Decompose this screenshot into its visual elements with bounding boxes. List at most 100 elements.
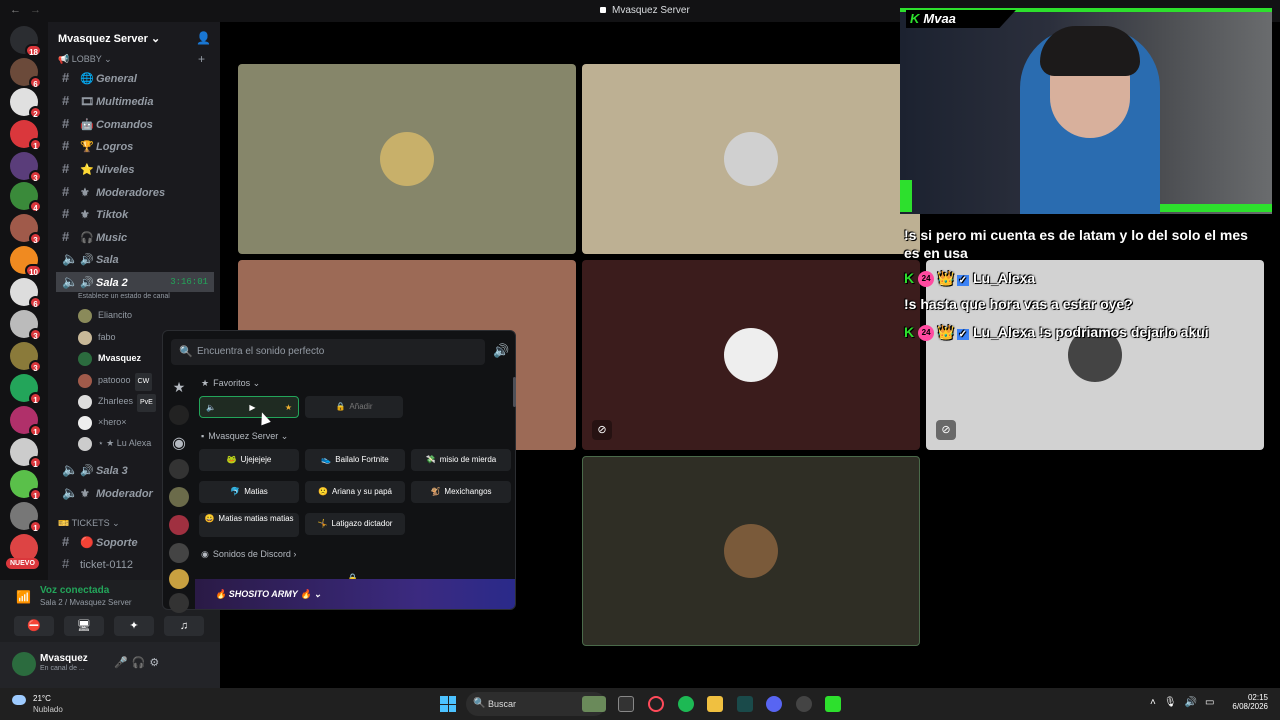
shosito-army-banner[interactable]: 🔥 SHOSITO ARMY 🔥 ⌄ bbox=[195, 579, 515, 609]
server-icon[interactable] bbox=[169, 515, 189, 535]
server-icon[interactable]: 1 bbox=[10, 470, 42, 501]
clock[interactable]: 02:15 6/08/2026 bbox=[1218, 693, 1268, 711]
sound-button[interactable]: 🐬 Matias bbox=[199, 481, 299, 503]
server-icon[interactable]: 2 bbox=[10, 88, 42, 119]
voice-connected-subtitle[interactable]: Sala 2 / Mvasquez Server bbox=[40, 598, 132, 607]
server-icon[interactable]: 4 bbox=[10, 182, 42, 213]
voice-user[interactable]: ×hero× bbox=[78, 413, 127, 431]
widgets-icon[interactable] bbox=[582, 696, 606, 712]
sound-button[interactable]: 🙁 Ariana y su papá bbox=[305, 481, 405, 503]
server-icon[interactable]: 1 bbox=[10, 120, 42, 151]
category-tickets[interactable]: 🎫 TICKETS ⌄ bbox=[58, 518, 120, 529]
volume-icon[interactable]: 🔊 bbox=[493, 343, 509, 359]
voice-user[interactable]: patoooo CW bbox=[78, 371, 153, 391]
green-frame bbox=[900, 180, 912, 212]
server-icon[interactable]: 3 bbox=[10, 342, 42, 373]
sound-button[interactable]: 🐸 Ujejejeje bbox=[199, 449, 299, 471]
windows-start-icon[interactable] bbox=[440, 696, 456, 712]
channel-sala[interactable]: 🔈 🔊 Sala bbox=[56, 249, 214, 269]
star-icon[interactable]: ★ bbox=[169, 379, 189, 399]
speaker-icon: 🔈 bbox=[206, 403, 216, 412]
voice-user[interactable]: fabo bbox=[78, 328, 116, 346]
server-icon[interactable] bbox=[169, 569, 189, 589]
sound-button[interactable]: 🐒 Mexichangos bbox=[411, 481, 511, 503]
weather-widget[interactable] bbox=[12, 694, 30, 705]
sound-button[interactable]: 😀 Matias matias matias bbox=[199, 513, 299, 537]
channel-status-prompt[interactable]: Establece un estado de canal bbox=[78, 293, 170, 300]
voice-user[interactable]: ⋆ ★ Lu Alexa bbox=[78, 434, 151, 452]
forward-arrow-icon[interactable]: → bbox=[30, 4, 41, 16]
participant-tile[interactable] bbox=[582, 456, 920, 646]
server-icon: ▪ bbox=[201, 431, 205, 441]
channel-logros[interactable]: # 🏆 Logros bbox=[56, 136, 214, 156]
voice-user[interactable]: Eliancito bbox=[78, 306, 132, 324]
soundboard-button[interactable]: ♫ bbox=[164, 616, 204, 636]
gear-icon[interactable]: ⚙ bbox=[149, 657, 163, 669]
file-explorer-icon[interactable] bbox=[707, 696, 723, 712]
participant-tile[interactable]: ⊘ bbox=[582, 260, 920, 450]
channel-niveles[interactable]: # ⭐ Niveles bbox=[56, 159, 214, 179]
participant-tile[interactable] bbox=[238, 64, 576, 254]
channel-comandos[interactable]: # 🤖 Comandos bbox=[56, 114, 214, 134]
server-icon[interactable]: 3 bbox=[10, 310, 42, 341]
voice-user[interactable]: Zharlees PvE bbox=[78, 392, 156, 412]
favorites-section[interactable]: ★ Favoritos ⌄ bbox=[201, 378, 260, 389]
server-icon[interactable] bbox=[169, 487, 189, 507]
server-icon[interactable] bbox=[169, 543, 189, 563]
favorite-sound-button[interactable]: 🔈 ▶ ★ bbox=[199, 396, 299, 418]
participant-tile[interactable] bbox=[582, 64, 920, 254]
server-icon[interactable]: 1 bbox=[10, 438, 42, 469]
volume-icon[interactable]: 🔊 bbox=[1185, 697, 1205, 708]
app-icon[interactable] bbox=[825, 696, 841, 712]
microphone-icon[interactable]: 🎙 bbox=[1164, 697, 1185, 708]
chevron-up-icon[interactable]: ˄ bbox=[1150, 697, 1164, 708]
server-icon[interactable]: 6 bbox=[10, 58, 42, 89]
server-icon[interactable]: 1 bbox=[10, 374, 42, 405]
discord-icon[interactable]: ◉ bbox=[169, 433, 189, 453]
scrollbar[interactable] bbox=[513, 377, 516, 407]
headphones-icon[interactable]: 🎧 bbox=[132, 657, 150, 669]
server-icon[interactable] bbox=[169, 405, 189, 425]
server-icon[interactable]: 6 bbox=[10, 278, 42, 309]
add-member-icon[interactable]: 👤 bbox=[196, 31, 211, 45]
discord-icon[interactable] bbox=[766, 696, 782, 712]
microphone-icon[interactable]: 🎤 bbox=[114, 657, 132, 669]
add-channel-icon[interactable]: + bbox=[198, 52, 205, 66]
app-icon[interactable] bbox=[737, 696, 753, 712]
locked-sound-button[interactable]: 🔒 Añadir bbox=[305, 396, 403, 418]
channel-music[interactable]: # 🎧 Music bbox=[56, 227, 214, 247]
sound-button[interactable]: 💸 misio de mierda bbox=[411, 449, 511, 471]
channel-moderadores[interactable]: # ⚜ Moderadores bbox=[56, 182, 214, 202]
category-lobby[interactable]: 📢 LOBBY ⌄ bbox=[58, 54, 112, 65]
server-icon[interactable]: 3 bbox=[10, 152, 42, 183]
server-sounds-section[interactable]: ▪ Mvasquez Server ⌄ bbox=[201, 431, 288, 442]
channel-general[interactable]: # 🌐 General bbox=[56, 68, 214, 88]
server-icon[interactable] bbox=[169, 593, 189, 613]
avatar[interactable] bbox=[12, 652, 36, 676]
server-icon[interactable]: 1 bbox=[10, 406, 42, 437]
screen-share-button[interactable]: 🖥 bbox=[64, 616, 104, 636]
server-icon[interactable]: 10 bbox=[10, 246, 42, 277]
grin-icon: 😀 bbox=[204, 514, 215, 523]
discord-sounds-section[interactable]: ◉ Sonidos de Discord › bbox=[201, 549, 296, 560]
sound-button[interactable]: 🤸 Latigazo dictador bbox=[305, 513, 405, 535]
opera-icon[interactable] bbox=[648, 696, 664, 712]
activities-button[interactable]: ✦ bbox=[114, 616, 154, 636]
discord-home-icon[interactable]: 18 bbox=[10, 26, 42, 57]
channel-multimedia[interactable]: # 🎞 Multimedia bbox=[56, 91, 214, 111]
server-icon[interactable] bbox=[169, 459, 189, 479]
participant-tile[interactable]: ⊘ bbox=[926, 260, 1264, 450]
sound-button[interactable]: 👟 Bailalo Fortnite bbox=[305, 449, 405, 471]
task-view-icon[interactable] bbox=[618, 696, 634, 712]
obs-icon[interactable] bbox=[796, 696, 812, 712]
channel-tiktok[interactable]: # ⚜ Tiktok bbox=[56, 204, 214, 224]
server-icon[interactable]: 3 bbox=[10, 214, 42, 245]
voice-user[interactable]: Mvasquez bbox=[78, 349, 141, 367]
server-name-header[interactable]: Mvasquez Server ⌄ bbox=[58, 32, 160, 45]
spotify-icon[interactable] bbox=[678, 696, 694, 712]
sound-search-input[interactable]: 🔍 Encuentra el sonido perfecto bbox=[171, 339, 485, 365]
back-arrow-icon[interactable]: ← bbox=[10, 4, 21, 16]
channel-sala-2[interactable]: 🔈 🔊 Sala 2 3:16:01 bbox=[56, 272, 214, 292]
server-icon[interactable]: 1 bbox=[10, 502, 42, 533]
camera-off-button[interactable]: ⛔ bbox=[14, 616, 54, 636]
